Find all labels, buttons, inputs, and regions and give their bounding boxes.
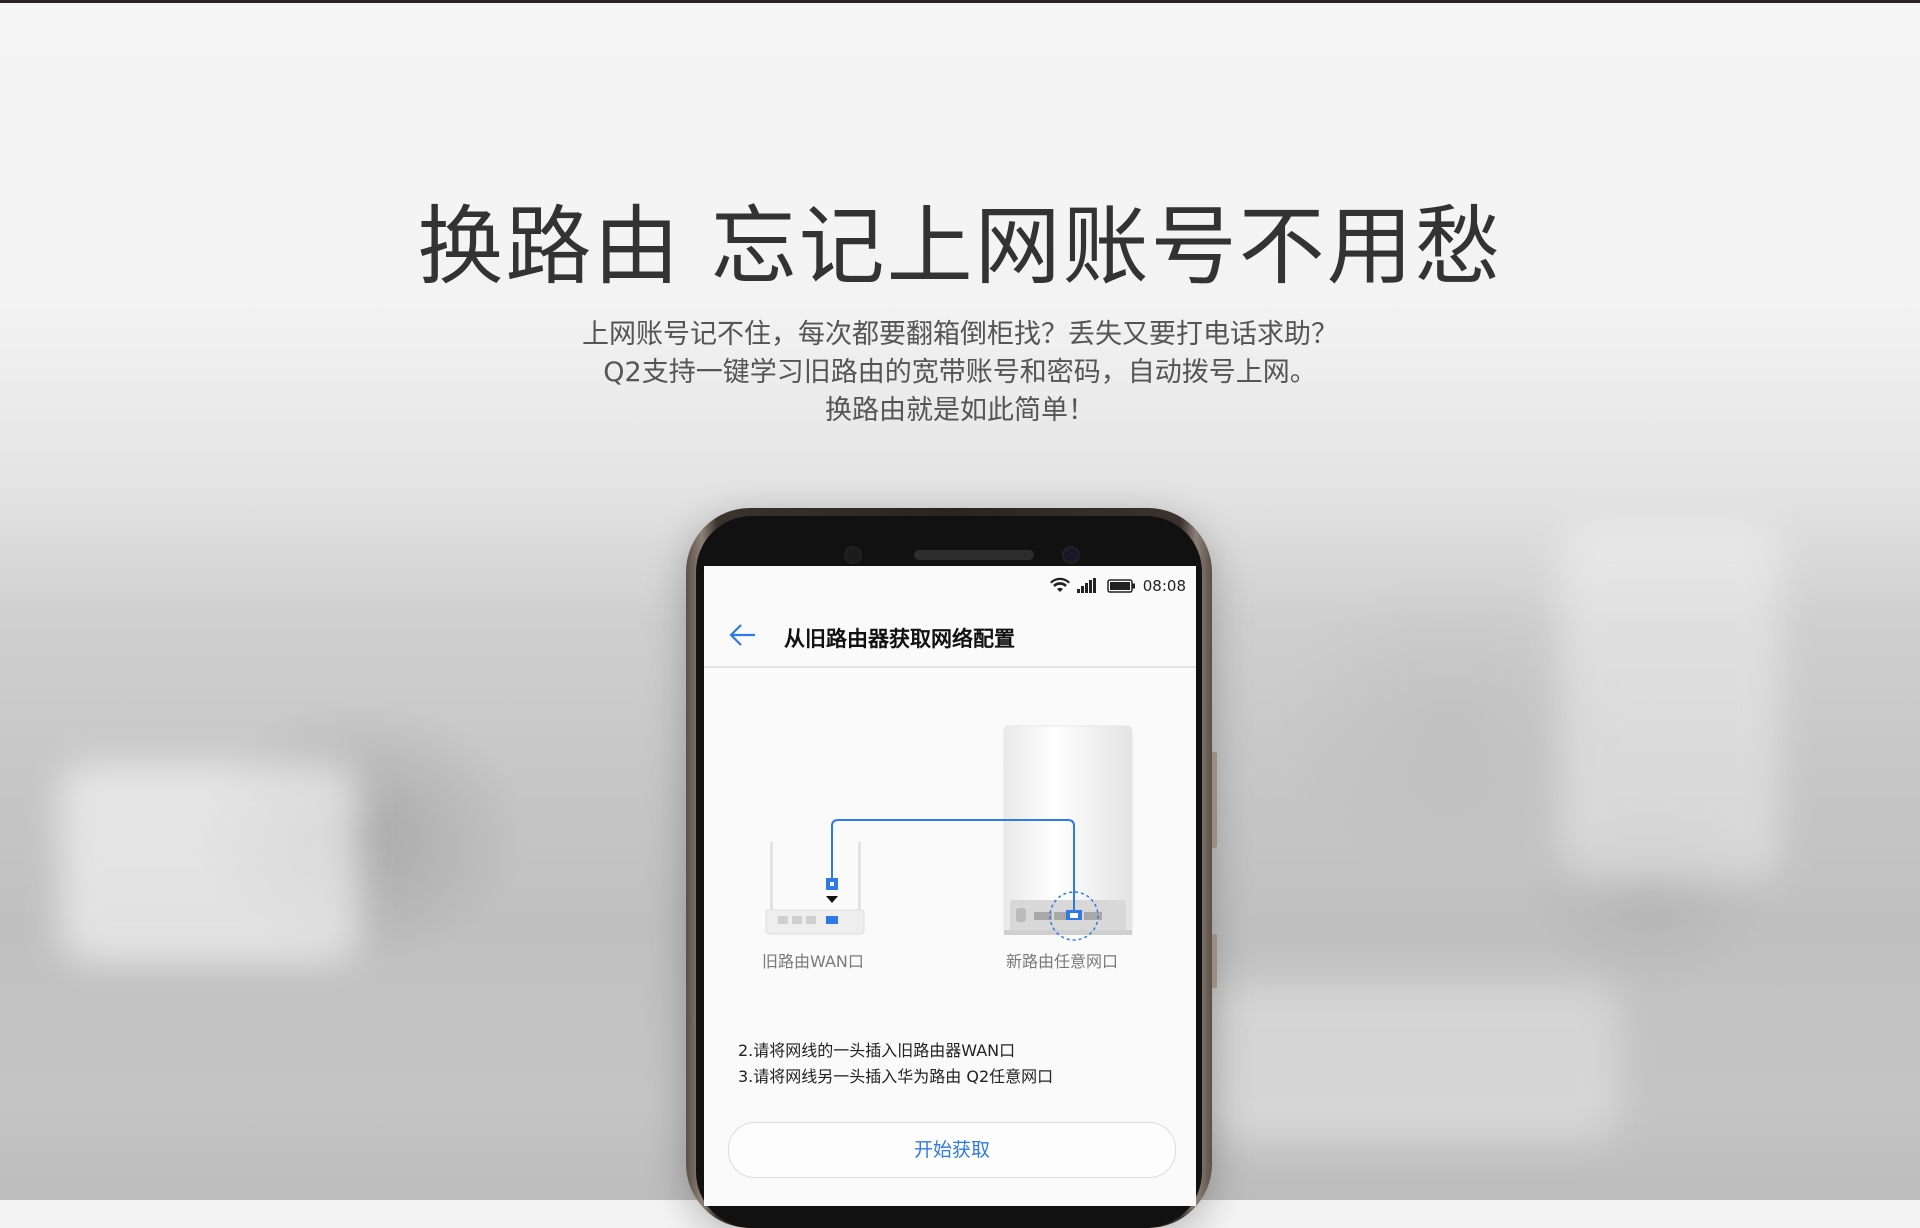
- app-bar: 从旧路由器获取网络配置: [704, 604, 1196, 668]
- connection-diagram: 旧路由WAN口 新路由任意网口: [704, 666, 1196, 996]
- front-sensor: [846, 548, 860, 562]
- old-router-illustration: [765, 842, 865, 935]
- earpiece-speaker: [914, 550, 1034, 560]
- new-router-illustration: [1003, 725, 1133, 935]
- back-arrow-icon[interactable]: [728, 623, 758, 647]
- desc-line-1: 上网账号记不住，每次都要翻箱倒柜找？丢失又要打电话求助？: [582, 319, 1338, 350]
- page-description: 上网账号记不住，每次都要翻箱倒柜找？丢失又要打电话求助？ Q2支持一键学习旧路由…: [0, 316, 1920, 430]
- status-time: 08:08: [1142, 577, 1186, 595]
- phone-power-button: [1212, 934, 1217, 988]
- front-camera: [1064, 548, 1078, 562]
- instruction-steps: 2.请将网线的一头插入旧路由器WAN口 3.请将网线另一头插入华为路由 Q2任意…: [738, 1038, 1053, 1090]
- page-headline: 换路由 忘记上网账号不用愁: [417, 197, 1503, 297]
- status-icons: [1050, 576, 1138, 600]
- step-2: 2.请将网线的一头插入旧路由器WAN口: [738, 1041, 1016, 1060]
- wifi-icon: [1050, 577, 1070, 592]
- signal-icon: [1077, 578, 1096, 593]
- phone-screen: 08:08 从旧路由器获取网络配置 旧路由WAN口 新路由任意网口 2.请将网线…: [704, 566, 1196, 1206]
- desc-line-3: 换路由就是如此简单！: [825, 395, 1095, 426]
- app-title: 从旧路由器获取网络配置: [784, 627, 1015, 651]
- step-3: 3.请将网线另一头插入华为路由 Q2任意网口: [738, 1067, 1054, 1086]
- old-router-wan-label: 旧路由WAN口: [762, 952, 864, 971]
- status-bar: 08:08: [704, 566, 1196, 604]
- phone-volume-button: [1212, 752, 1217, 848]
- battery-icon: [1107, 579, 1135, 593]
- desc-line-2: Q2支持一键学习旧路由的宽带账号和密码，自动拨号上网。: [603, 357, 1317, 388]
- new-router-port-label: 新路由任意网口: [1006, 952, 1119, 971]
- start-fetch-button[interactable]: 开始获取: [728, 1122, 1176, 1178]
